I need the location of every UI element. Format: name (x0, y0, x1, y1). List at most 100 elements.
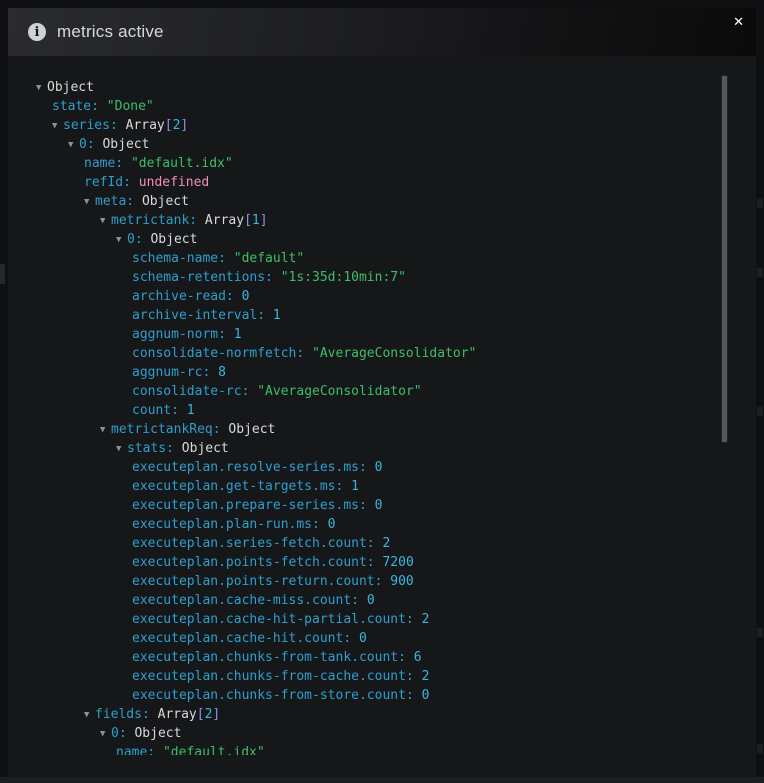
json-key: executeplan.series-fetch.count: (132, 536, 375, 551)
json-key[interactable]: metrictank: (111, 213, 197, 228)
json-key: aggnum-rc: (132, 365, 210, 380)
json-value: "AverageConsolidator" (257, 384, 421, 399)
json-value: Array[2] (158, 707, 221, 722)
json-key: executeplan.cache-hit-partial.count: (132, 612, 414, 627)
json-key: name: (116, 745, 155, 755)
tree-row: consolidate-normfetch: "AverageConsolida… (8, 344, 756, 363)
json-key[interactable]: 0: (79, 137, 95, 152)
json-value: Array[1] (205, 213, 268, 228)
tree-row: ▼fields: Array[2] (8, 705, 756, 724)
json-key[interactable]: metrictankReq: (111, 422, 221, 437)
collapse-toggler-icon[interactable]: ▼ (100, 725, 111, 744)
tree-row: schema-retentions: "1s:35d:10min:7" (8, 268, 756, 287)
tree-row: executeplan.points-return.count: 900 (8, 572, 756, 591)
json-key: executeplan.resolve-series.ms: (132, 460, 367, 475)
collapse-toggler-icon[interactable]: ▼ (52, 117, 63, 136)
json-value: Object (47, 80, 94, 95)
tree-row: ▼series: Array[2] (8, 116, 756, 135)
page-background-strip (0, 777, 764, 783)
collapse-toggler-icon[interactable]: ▼ (36, 79, 47, 98)
tree-row: schema-name: "default" (8, 249, 756, 268)
collapse-toggler-icon[interactable]: ▼ (116, 440, 127, 459)
json-key[interactable]: 0: (127, 232, 143, 247)
scrollbar-thumb[interactable] (721, 75, 728, 443)
close-icon[interactable]: ✕ (733, 16, 744, 29)
json-key: executeplan.points-return.count: (132, 574, 382, 589)
json-value: undefined (139, 175, 209, 190)
background-artifact (757, 199, 763, 208)
json-key: name: (84, 156, 123, 171)
json-key: executeplan.plan-run.ms: (132, 517, 320, 532)
json-key: executeplan.chunks-from-cache.count: (132, 669, 414, 684)
tree-row: ▼metrictankReq: Object (8, 420, 756, 439)
json-key: executeplan.get-targets.ms: (132, 479, 343, 494)
modal-header: i metrics active ✕ (8, 8, 756, 56)
tree-row: ▼meta: Object (8, 192, 756, 211)
tree-row: executeplan.cache-hit.count: 0 (8, 629, 756, 648)
json-key: count: (132, 403, 179, 418)
tree-row: consolidate-rc: "AverageConsolidator" (8, 382, 756, 401)
json-key: executeplan.cache-hit.count: (132, 631, 351, 646)
json-key: archive-read: (132, 289, 234, 304)
json-value: Object (150, 232, 197, 247)
json-value: 1 (187, 403, 195, 418)
json-value: "1s:35d:10min:7" (281, 270, 406, 285)
json-value: "default" (234, 251, 304, 266)
json-key[interactable]: fields: (95, 707, 150, 722)
json-value: 900 (390, 574, 413, 589)
tree-row: refId: undefined (8, 173, 756, 192)
json-value: 2 (422, 669, 430, 684)
json-value: 0 (375, 460, 383, 475)
json-value: 0 (367, 593, 375, 608)
tree-row: name: "default.idx" (8, 743, 756, 755)
json-key: schema-retentions: (132, 270, 273, 285)
tree-row: aggnum-rc: 8 (8, 363, 756, 382)
json-value: 6 (414, 650, 422, 665)
collapse-toggler-icon[interactable]: ▼ (100, 421, 111, 440)
tree-row: executeplan.series-fetch.count: 2 (8, 534, 756, 553)
tree-row: executeplan.chunks-from-cache.count: 2 (8, 667, 756, 686)
json-key: executeplan.prepare-series.ms: (132, 498, 367, 513)
json-key: refId: (84, 175, 131, 190)
collapse-toggler-icon[interactable]: ▼ (100, 212, 111, 231)
tree-row: executeplan.chunks-from-tank.count: 6 (8, 648, 756, 667)
background-artifact (757, 407, 763, 416)
collapse-toggler-icon[interactable]: ▼ (84, 706, 95, 725)
modal-body: ▼Objectstate: "Done"▼series: Array[2]▼0:… (8, 56, 756, 777)
json-key[interactable]: 0: (111, 726, 127, 741)
json-key: consolidate-normfetch: (132, 346, 304, 361)
json-value: Array[2] (126, 118, 189, 133)
tree-row: archive-interval: 1 (8, 306, 756, 325)
json-key: schema-name: (132, 251, 226, 266)
json-value: 0 (359, 631, 367, 646)
json-value: 2 (382, 536, 390, 551)
json-value: Object (182, 441, 229, 456)
json-tree: ▼Objectstate: "Done"▼series: Array[2]▼0:… (8, 56, 756, 755)
tree-row: ▼0: Object (8, 230, 756, 249)
collapse-toggler-icon[interactable]: ▼ (68, 136, 79, 155)
json-key: archive-interval: (132, 308, 265, 323)
json-value: 0 (375, 498, 383, 513)
tree-row: ▼stats: Object (8, 439, 756, 458)
tree-row: name: "default.idx" (8, 154, 756, 173)
json-value: 1 (351, 479, 359, 494)
json-value: 2 (422, 612, 430, 627)
collapse-toggler-icon[interactable]: ▼ (84, 193, 95, 212)
json-value: 1 (234, 327, 242, 342)
json-value: 7200 (382, 555, 413, 570)
tree-row: executeplan.plan-run.ms: 0 (8, 515, 756, 534)
json-value: 8 (218, 365, 226, 380)
tree-row: executeplan.points-fetch.count: 7200 (8, 553, 756, 572)
collapse-toggler-icon[interactable]: ▼ (116, 231, 127, 250)
json-key: executeplan.chunks-from-tank.count: (132, 650, 406, 665)
json-value: Object (134, 726, 181, 741)
tree-row: count: 1 (8, 401, 756, 420)
json-value: "default.idx" (163, 745, 265, 755)
json-value: "Done" (107, 99, 154, 114)
background-artifact (757, 628, 763, 637)
json-key[interactable]: series: (63, 118, 118, 133)
tree-row: ▼0: Object (8, 724, 756, 743)
json-key[interactable]: stats: (127, 441, 174, 456)
json-key[interactable]: meta: (95, 194, 134, 209)
json-key: aggnum-norm: (132, 327, 226, 342)
